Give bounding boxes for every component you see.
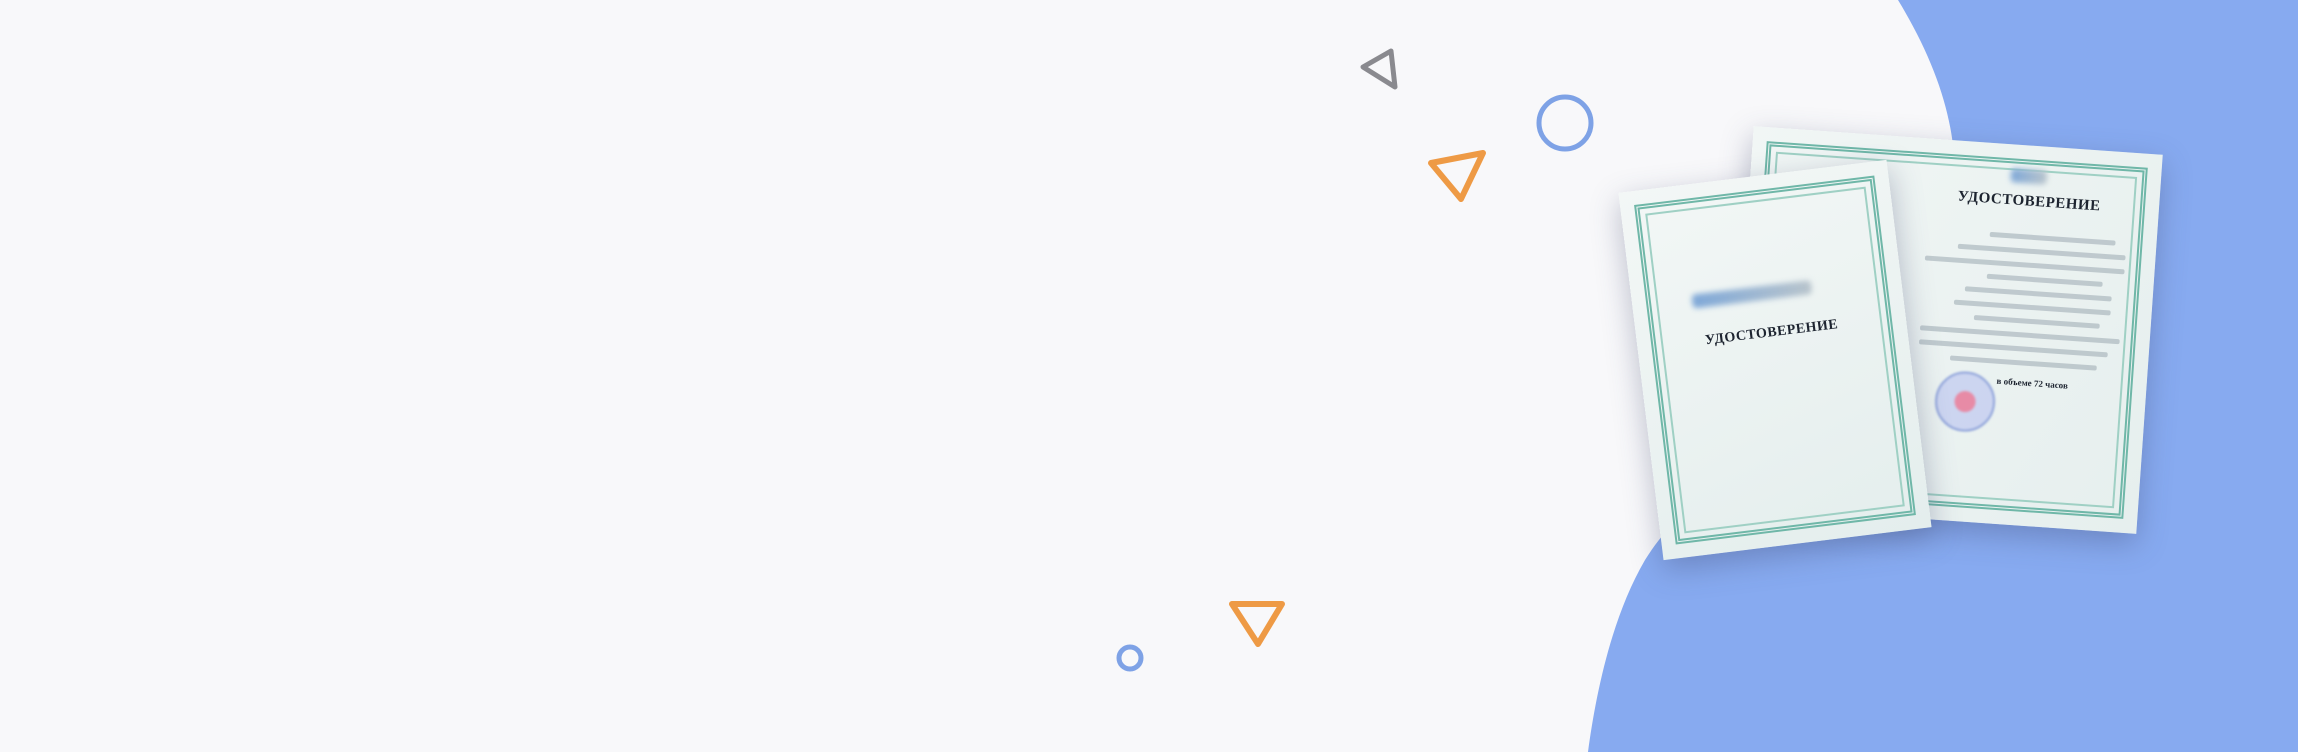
certificate-image: УДОСТОВЕРЕНИЕ в объеме 72 часов УДОСТОВЕ… <box>1618 120 2180 561</box>
gray-triangle-icon <box>1360 48 1398 90</box>
blurred-text-lines <box>1917 219 2137 382</box>
certificate-front-cover: УДОСТОВЕРЕНИЕ <box>1618 159 1932 561</box>
blue-ring-icon <box>1536 94 1594 152</box>
small-blue-ring-icon <box>1116 644 1144 672</box>
orange-triangle-icon-bottom <box>1229 601 1285 647</box>
orange-triangle-icon <box>1428 150 1486 202</box>
banner: УДОСТОВЕРЕНИЕ в объеме 72 часов УДОСТОВЕ… <box>0 0 2298 752</box>
blurred-logo <box>2010 168 2048 185</box>
